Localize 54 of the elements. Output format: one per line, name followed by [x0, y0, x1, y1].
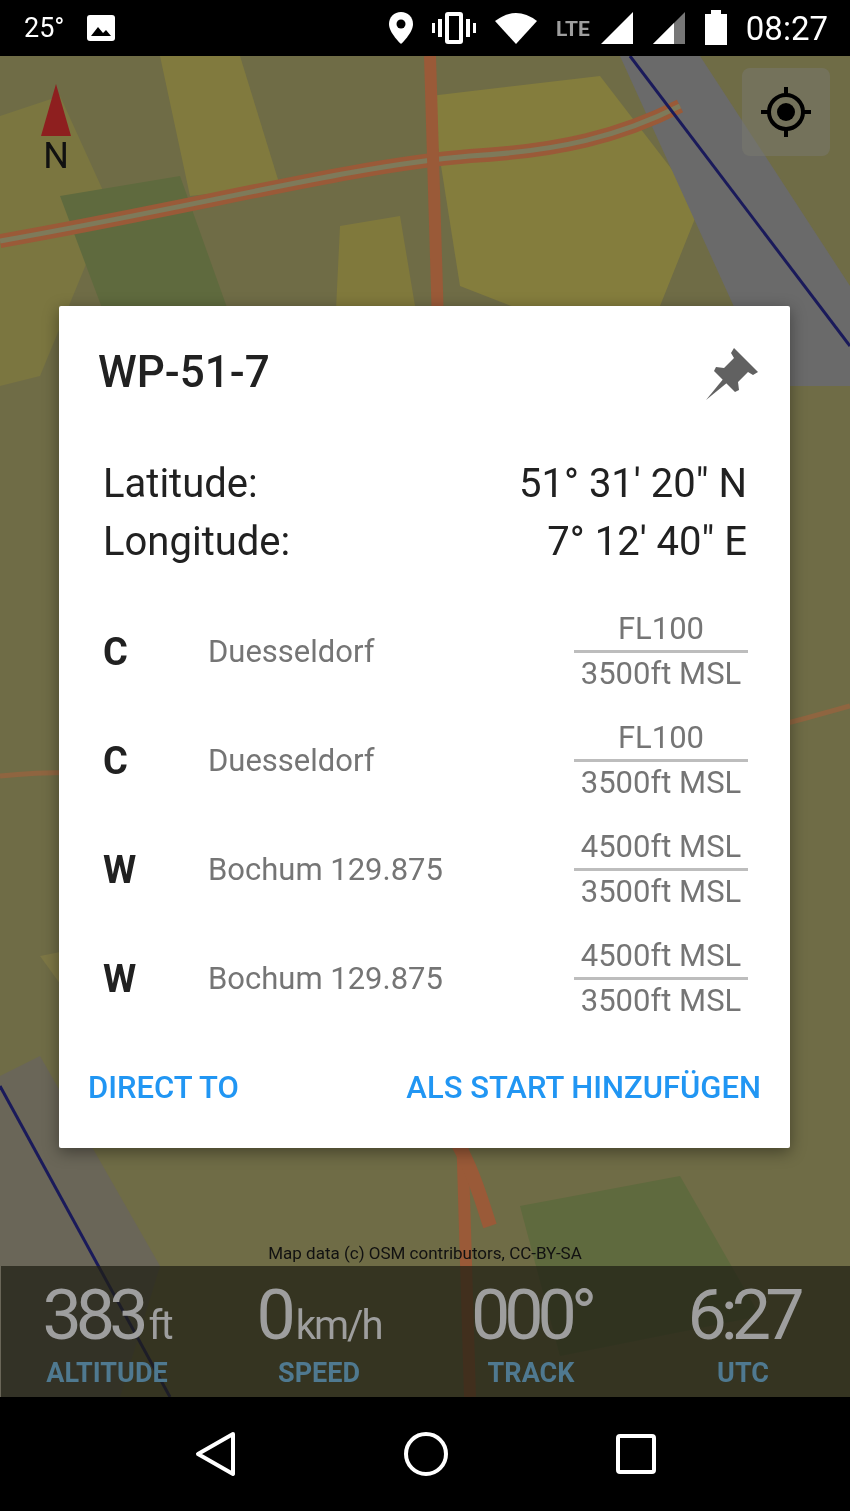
instrument-value: 6:27: [687, 1274, 799, 1356]
instrument-label: SPEED: [278, 1356, 360, 1390]
home-button[interactable]: [403, 1431, 449, 1477]
back-icon: [193, 1431, 236, 1477]
temperature: 25°: [24, 12, 65, 44]
signal-icon: [599, 11, 634, 45]
instrument-unit: ft: [148, 1302, 172, 1349]
upper-limit: 4500ft MSL: [580, 827, 742, 867]
compass-arrow-icon: [40, 84, 72, 136]
upper-limit: 4500ft MSL: [580, 936, 742, 976]
location-pin-icon: [387, 11, 414, 45]
coordinate-value: 7° 12' 40" E: [547, 517, 747, 565]
airspace-name: Duesseldorf: [208, 633, 376, 670]
instrument-label: TRACK: [487, 1356, 575, 1390]
lower-limit: 3500ft MSL: [580, 872, 742, 912]
back-button[interactable]: [193, 1431, 236, 1477]
lower-limit: 3500ft MSL: [580, 654, 742, 694]
airspace-class: C: [103, 738, 129, 783]
coordinate-label: Longitude:: [103, 517, 291, 565]
recents-icon: [616, 1434, 657, 1474]
airspace-name: Bochum 129.875: [208, 960, 444, 997]
lower-limit: 3500ft MSL: [580, 763, 742, 803]
lower-limit: 3500ft MSL: [580, 981, 742, 1021]
instrument-value: 0: [256, 1274, 290, 1356]
airspace-name: Duesseldorf: [208, 742, 376, 779]
upper-limit: FL100: [617, 609, 705, 649]
instrument-unit: km/h: [295, 1302, 382, 1349]
battery-icon: [703, 10, 728, 46]
coordinate-label: Latitude:: [103, 459, 258, 507]
signal-icon: [651, 11, 686, 45]
coordinate-value: 51° 31' 20" N: [519, 459, 747, 507]
north-label: N: [43, 138, 69, 174]
instrument-label: ALTITUDE: [46, 1356, 168, 1390]
airspace-class: W: [103, 847, 138, 892]
airspace-class: C: [103, 629, 129, 674]
instrument-label: UTC: [717, 1356, 769, 1390]
airspace-class: W: [103, 956, 138, 1001]
recents-button[interactable]: [616, 1434, 657, 1474]
wifi-icon: [493, 11, 538, 45]
vibrate-icon: [431, 11, 476, 45]
instrument-value: 000°: [470, 1274, 592, 1356]
home-icon: [403, 1431, 449, 1477]
network-type: LTE: [555, 16, 590, 41]
image-icon: [86, 14, 117, 42]
dialog-button[interactable]: DIRECT TO: [88, 1063, 239, 1112]
my-location-button[interactable]: [742, 68, 830, 156]
map-attribution: Map data (c) OSM contributors, CC-BY-SA: [268, 1243, 582, 1263]
dialog-title: WP-51-7: [98, 346, 270, 398]
dialog-button[interactable]: ALS START HINZUFÜGEN: [406, 1063, 761, 1112]
my-location-icon: [759, 85, 813, 139]
clock: 08:27: [745, 8, 828, 48]
airspace-name: Bochum 129.875: [208, 851, 444, 888]
upper-limit: FL100: [617, 718, 705, 758]
instrument-value: 383: [42, 1274, 143, 1356]
